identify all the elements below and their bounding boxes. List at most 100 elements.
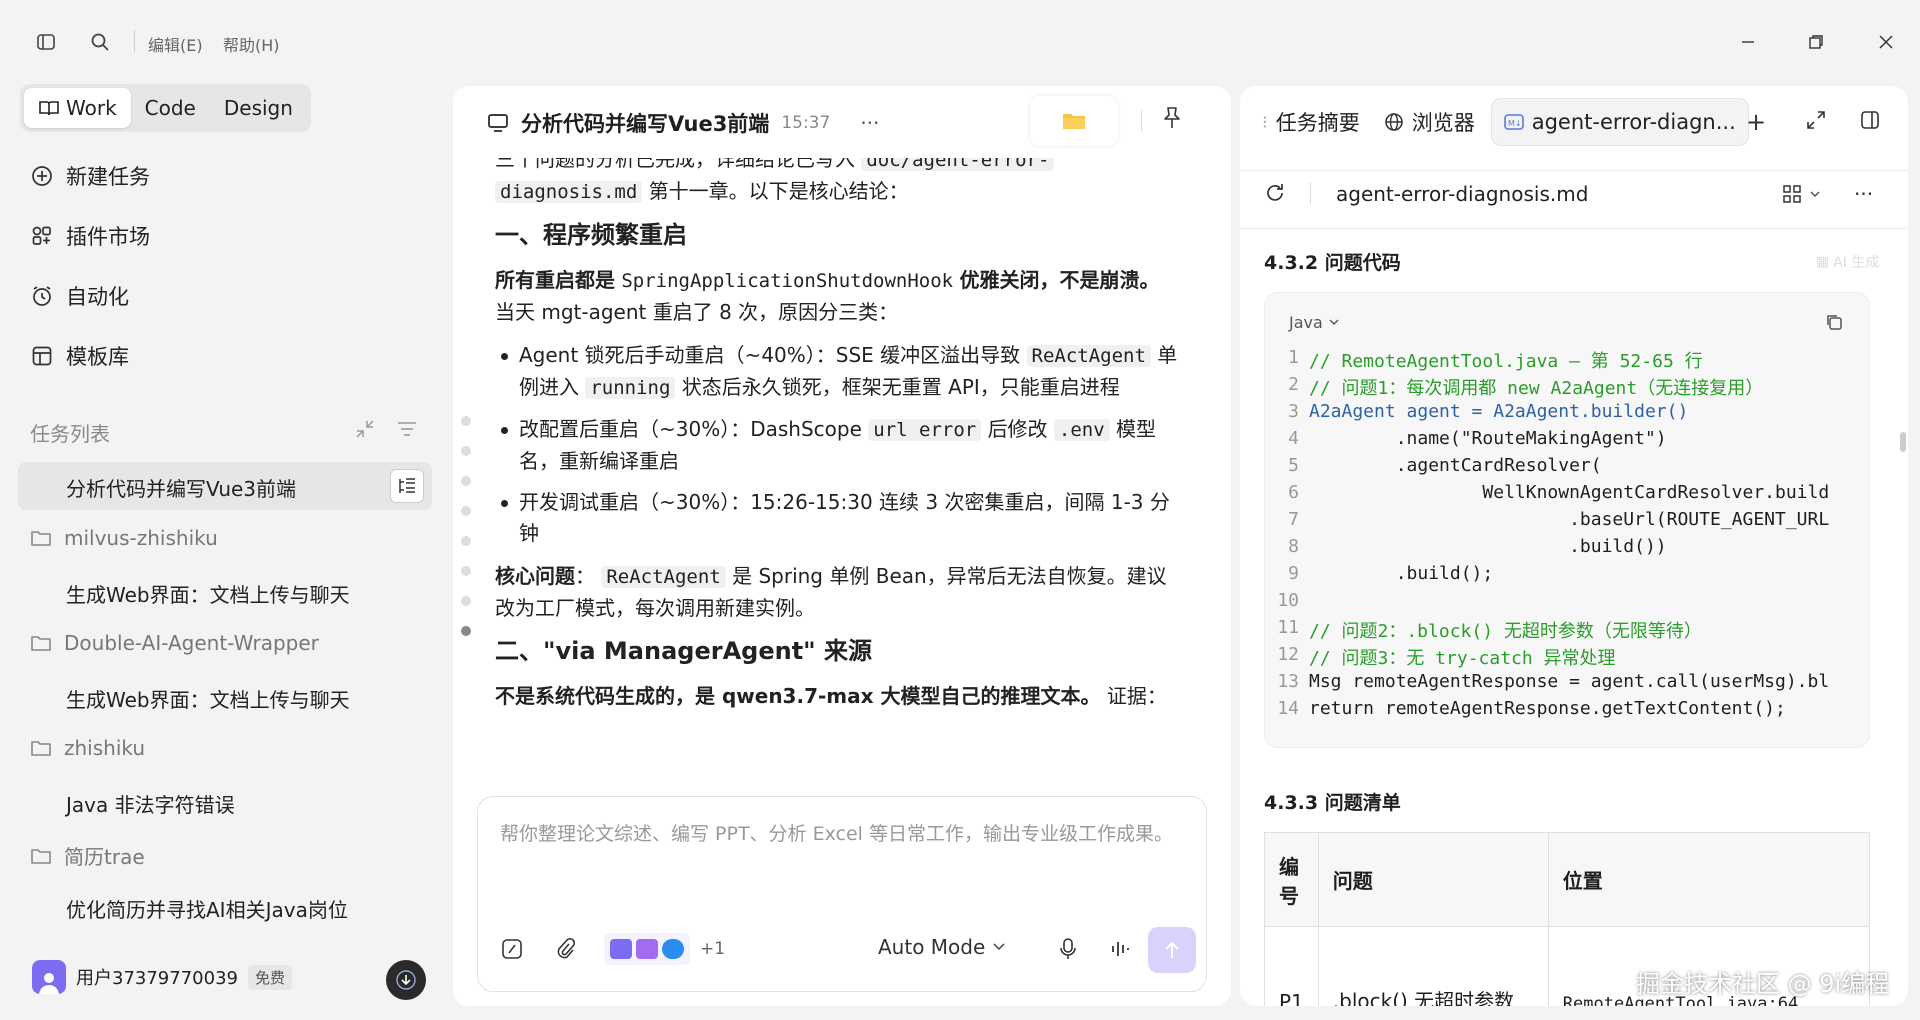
refresh-icon[interactable] (1264, 182, 1286, 208)
plugin-market-button[interactable]: 插件市场 (30, 216, 150, 256)
expand-icon[interactable] (1806, 110, 1826, 134)
code-language-select[interactable]: Java (1289, 313, 1339, 332)
folder-label: zhishiku (64, 736, 146, 760)
folder-icon (1063, 114, 1085, 129)
tab-summary[interactable]: ⁝ 任务摘要 (1250, 98, 1372, 146)
filter-icon[interactable] (396, 418, 418, 444)
mode-label: Auto Mode (878, 935, 986, 959)
send-button[interactable] (1148, 927, 1196, 973)
open-folder-button[interactable] (1030, 96, 1118, 146)
download-button[interactable] (386, 960, 426, 1000)
mode-tab-label: Design (223, 96, 293, 120)
mode-selector[interactable]: Auto Mode (878, 935, 1005, 959)
folder-label: milvus-zhishiku (64, 526, 218, 550)
user-icon (39, 973, 59, 994)
automation-button[interactable]: 自动化 (30, 276, 129, 316)
inline-code: ReActAgent (601, 566, 726, 588)
folder-item[interactable]: zhishiku (30, 736, 145, 760)
attach-icon[interactable] (554, 937, 576, 965)
close-icon[interactable] (1872, 28, 1900, 56)
watermark: 掘金技术社区 @ 9i编程 (1636, 970, 1890, 998)
markdown-file-icon: M↓ (1503, 114, 1524, 130)
menu-help[interactable]: 帮助(H) (223, 32, 280, 56)
code-line: 2// 问题1：每次调用都 new A2aAgent（无连接复用） (1288, 374, 1764, 399)
chat-input[interactable]: 帮你整理论文综述、编写 PPT、分析 Excel 等日常工作，输出专业级工作成果… (477, 796, 1207, 992)
active-task-item[interactable]: 分析代码并编写Vue3前端 (18, 462, 432, 510)
message-scroll: 三个问题的分析已完成，详细结论已写入 doc/agent-error-diagn… (453, 158, 1231, 718)
folder-item[interactable]: milvus-zhishiku (30, 526, 218, 550)
view-mode-menu[interactable] (1782, 184, 1820, 204)
list-item: 开发调试重启（~30%）：15:26-15:30 连续 3 次密集重启，间隔 1… (495, 487, 1185, 549)
nav-label: 新建任务 (66, 165, 150, 189)
restore-icon[interactable] (1802, 28, 1830, 56)
folder-item[interactable]: Double-AI-Agent-Wrapper (30, 631, 319, 655)
user-name: 用户37379770039 (76, 968, 238, 989)
folder-label: 简历trae (64, 845, 145, 869)
new-tab-icon[interactable]: + (1746, 108, 1766, 136)
tool-count[interactable]: +1 (700, 939, 725, 959)
task-item[interactable]: 生成Web界面：文档上传与聊天 (66, 579, 350, 608)
chat-input-placeholder[interactable]: 帮你整理论文综述、编写 PPT、分析 Excel 等日常工作，输出专业级工作成果… (500, 819, 1180, 849)
scrollbar-thumb[interactable] (1900, 432, 1906, 452)
table-cell: P1 (1264, 926, 1319, 1006)
tab-file[interactable]: M↓ agent-error-diagn... (1490, 98, 1749, 146)
mode-tab-code[interactable]: Code (131, 88, 210, 128)
section-heading: 二、"via ManagerAgent" 来源 (495, 637, 873, 665)
task-label: 分析代码并编写Vue3前端 (66, 477, 297, 501)
minimize-icon[interactable] (1734, 28, 1762, 56)
templates-button[interactable]: 模板库 (30, 336, 129, 376)
code-line: 9 .build(); (1269, 563, 1865, 590)
tool-chips[interactable] (604, 933, 690, 965)
code-line: 6 WellKnownAgentCardResolver.build (1269, 482, 1865, 509)
task-item[interactable]: 优化简历并寻找AI相关Java岗位 (66, 894, 348, 923)
collapse-icon[interactable] (354, 418, 376, 444)
new-task-button[interactable]: 新建任务 (30, 156, 150, 196)
bold-text: 不是系统代码生成的，是 qwen3.7-max 大模型自己的推理文本。 (495, 684, 1101, 708)
text: 当天 mgt-agent 重启了 8 次，原因分三类： (495, 300, 899, 324)
pin-icon[interactable] (1161, 106, 1183, 134)
folder-item[interactable]: 简历trae (30, 841, 145, 870)
table-header: 位置 (1547, 832, 1871, 927)
more-menu-icon[interactable]: ··· (860, 111, 879, 135)
microphone-icon[interactable] (1058, 937, 1078, 965)
bullet-list: Agent 锁死后手动重启（~40%）：SSE 缓冲区溢出导致 ReActAge… (495, 340, 1185, 549)
mode-tab-label: Code (144, 96, 196, 120)
code-line: 4 .name("RouteMakingAgent") (1269, 428, 1865, 455)
code-line: 13 Msg remoteAgentResponse = agent.call(u… (1269, 671, 1865, 698)
mode-tab-design[interactable]: Design (210, 88, 307, 128)
voice-wave-icon[interactable] (1110, 937, 1130, 965)
chat-title: 分析代码并编写Vue3前端 (521, 112, 770, 136)
text: 状态后永久锁死，框架无重置 API，只能重启进程 (681, 375, 1120, 399)
code-text: .build(); (1309, 563, 1494, 584)
inline-code: doc/agent-error- (861, 158, 1055, 171)
search-icon[interactable] (86, 28, 114, 56)
user-profile[interactable]: 用户37379770039 免费 (32, 960, 292, 994)
tab-browser[interactable]: 浏览器 (1372, 98, 1487, 146)
code-text: return remoteAgentResponse.getTextConten… (1309, 698, 1786, 719)
task-outline-button[interactable] (390, 469, 424, 503)
sidebar-toggle-icon[interactable] (32, 28, 60, 56)
plan-badge: 免费 (247, 964, 292, 990)
folder-label: Double-AI-Agent-Wrapper (64, 631, 319, 655)
code-line: 10 (1277, 590, 1299, 611)
code-text: // 问题2：.block() 无超时参数（无限等待） (1309, 621, 1702, 642)
mode-tab-label: Work (66, 96, 117, 120)
split-view-icon[interactable] (1860, 110, 1880, 134)
image-tool-icon[interactable] (636, 939, 658, 959)
code-line: 8 .build()) (1269, 536, 1865, 563)
text: 第十一章。以下是核心结论： (648, 179, 909, 203)
task-item[interactable]: Java 非法字符错误 (66, 789, 235, 818)
video-tool-icon[interactable] (610, 939, 632, 959)
menu-edit[interactable]: 编辑(E) (148, 32, 203, 56)
intro-paragraph: 三个问题的分析已完成，详细结论已写入 doc/agent-error-diagn… (495, 158, 1185, 208)
copy-icon[interactable] (1825, 313, 1843, 335)
text: Agent 锁死后手动重启（~40%）：SSE 缓冲区溢出导致 (519, 343, 1021, 367)
code-line: 1// RemoteAgentTool.java — 第 52-65 行 (1288, 347, 1703, 372)
task-item[interactable]: 生成Web界面：文档上传与聊天 (66, 684, 350, 713)
plugin-grid-icon (32, 226, 51, 245)
more-menu-icon[interactable]: ··· (1854, 182, 1873, 206)
folder-icon (31, 741, 51, 756)
edit-icon[interactable] (500, 937, 524, 965)
mode-tab-work[interactable]: Work (24, 88, 131, 128)
flow-tool-icon[interactable] (662, 939, 684, 959)
